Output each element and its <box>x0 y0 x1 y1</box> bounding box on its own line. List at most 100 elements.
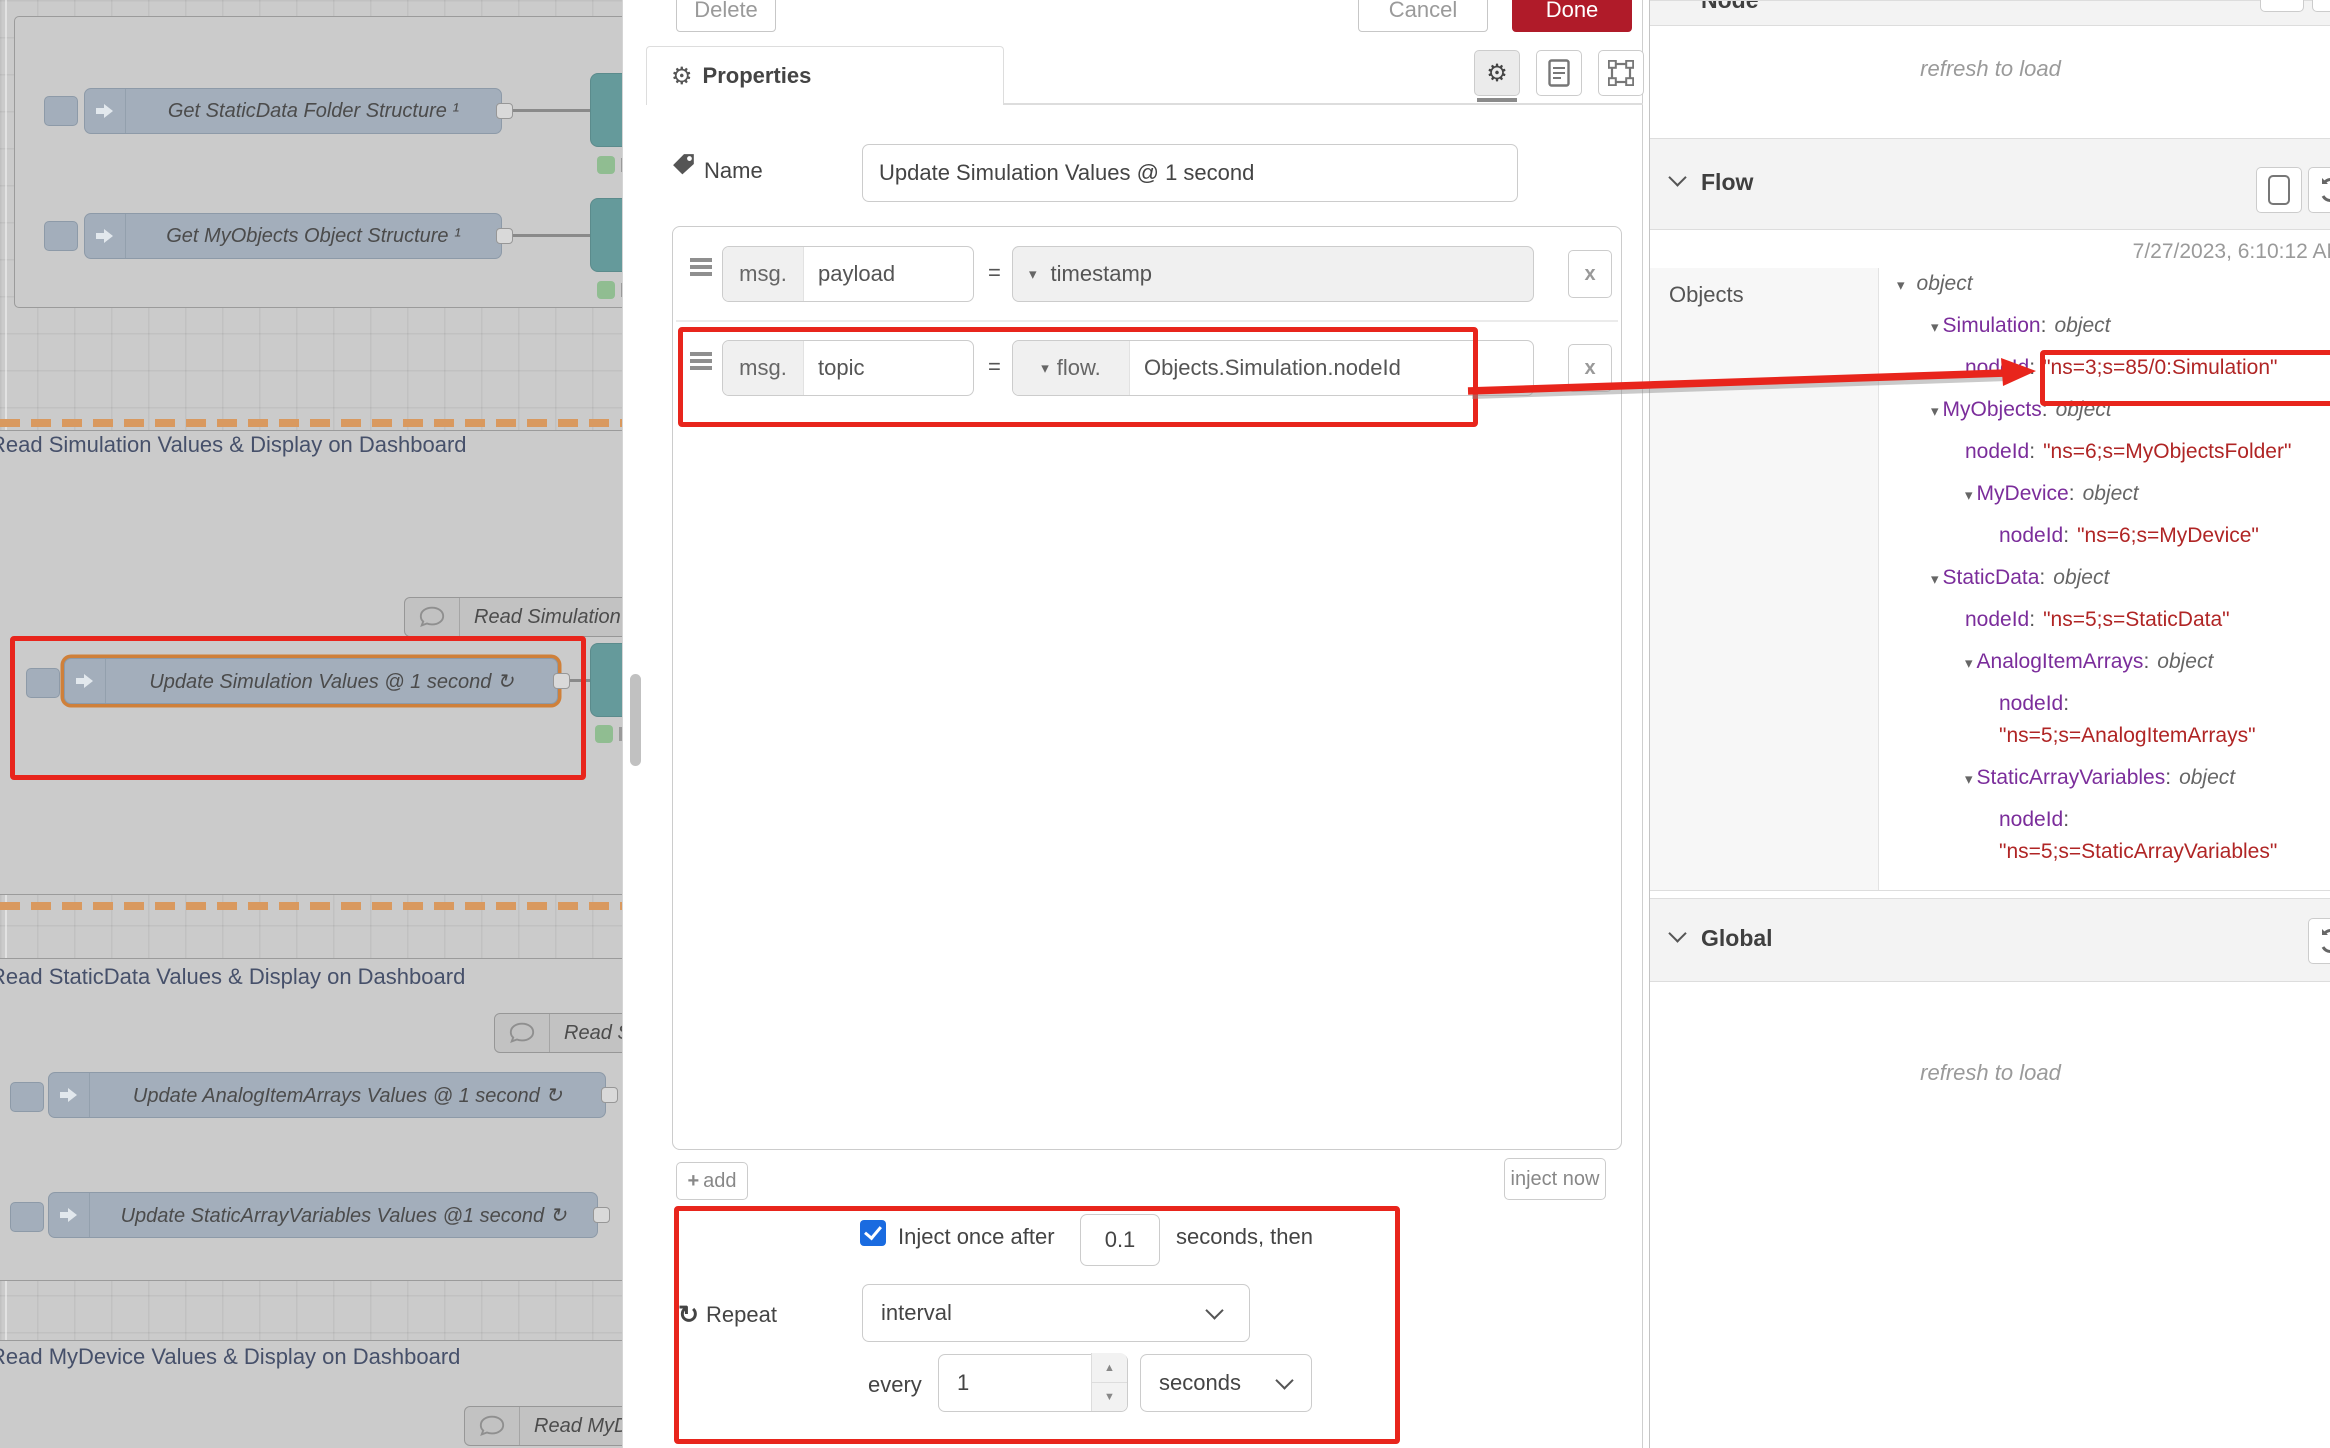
context-tree-row[interactable]: nodeId: <box>1999 808 2069 832</box>
node-section-header[interactable]: Node <box>1650 0 2330 26</box>
tree-type: object <box>2053 566 2109 589</box>
tree-key: nodeId <box>1965 440 2029 463</box>
typed-input-timestamp[interactable]: ▾ timestamp <box>1012 246 1534 302</box>
node-frame-icon <box>1608 60 1634 86</box>
tree-bottom-border <box>1650 890 2330 891</box>
tree-colon: : <box>2063 808 2069 831</box>
gear-icon: ⚙ <box>1486 59 1508 88</box>
tree-collapse-icon[interactable]: ▾ <box>1965 487 1973 504</box>
typed-input-value: timestamp <box>1037 261 1166 287</box>
node-status-dot <box>595 725 613 743</box>
chevron-down-icon: ▾ <box>1029 265 1037 283</box>
tree-key: AnalogItemArrays <box>1977 650 2144 673</box>
section-divider-dashed <box>0 419 646 427</box>
refresh-node-button[interactable] <box>2312 0 2330 12</box>
remove-rule-button[interactable]: x <box>1568 250 1612 298</box>
section-title: Read Simulation Values & Display on Dash… <box>0 432 467 458</box>
global-context-empty: refresh to load <box>1650 1060 2330 1086</box>
inject-now-button[interactable]: inject now <box>1504 1158 1606 1200</box>
inject-node[interactable]: Get StaticData Folder Structure ¹ <box>84 88 502 134</box>
add-rule-button[interactable]: +add <box>676 1162 748 1200</box>
context-tree-row[interactable]: ▾AnalogItemArrays:object <box>1965 650 2213 674</box>
msg-prop-value: payload <box>804 261 909 287</box>
msg-prop-field[interactable]: msg. payload <box>722 246 974 302</box>
tree-key: nodeId <box>1965 608 2029 631</box>
appearance-view-button[interactable] <box>1598 50 1644 96</box>
remove-rule-button[interactable]: x <box>1568 344 1612 392</box>
done-button[interactable]: Done <box>1512 0 1632 32</box>
tree-colon: : <box>2029 608 2035 631</box>
inject-node[interactable]: Update AnalogItemArrays Values @ 1 secon… <box>48 1072 606 1118</box>
context-tree-row[interactable]: ▾StaticArrayVariables:object <box>1965 766 2235 790</box>
drag-handle-icon[interactable] <box>690 258 712 262</box>
tree-collapse-icon[interactable]: ▾ <box>1965 771 1973 788</box>
context-tree-row-wrap: "ns=5;s=StaticArrayVariables" <box>1999 840 2277 864</box>
context-tree-row[interactable]: ▾object <box>1897 272 1973 296</box>
refresh-flow-button[interactable] <box>2308 167 2330 213</box>
tree-type: object <box>2179 766 2235 789</box>
inject-button[interactable] <box>10 1202 44 1232</box>
tree-collapse-icon[interactable]: ▾ <box>1931 571 1939 588</box>
refresh-global-button[interactable] <box>2308 918 2330 964</box>
tree-collapse-icon[interactable]: ▾ <box>1897 277 1905 294</box>
annotation-box-nodeid-value <box>2040 350 2330 406</box>
gear-icon: ⚙ <box>671 62 693 91</box>
node-label: Get StaticData Folder Structure ¹ <box>126 100 501 123</box>
flow-section-header[interactable]: Flow <box>1650 138 2330 230</box>
properties-view-button[interactable]: ⚙ <box>1474 50 1520 96</box>
tab-properties[interactable]: ⚙ Properties <box>646 46 1004 105</box>
tree-collapse-icon[interactable]: ▾ <box>1931 403 1939 420</box>
context-tree-row[interactable]: nodeId:"ns=6;s=MyDevice" <box>1999 524 2259 548</box>
square-icon <box>2268 175 2290 205</box>
inject-arrow-icon <box>85 89 126 133</box>
scrollbar-thumb[interactable] <box>630 674 641 766</box>
inject-button[interactable] <box>10 1082 44 1112</box>
plus-icon: + <box>687 1170 699 1193</box>
tree-collapse-icon[interactable]: ▾ <box>1931 319 1939 336</box>
tree-type: object <box>2083 482 2139 505</box>
output-port[interactable] <box>496 103 513 119</box>
node-group[interactable] <box>14 16 642 308</box>
comment-node[interactable]: Read MyD <box>464 1406 634 1446</box>
expand-flow-button[interactable] <box>2256 167 2302 213</box>
context-tree-row[interactable]: nodeId: "ns=5;s=StaticData" <box>1965 608 2230 632</box>
inject-button[interactable] <box>44 96 78 126</box>
description-view-button[interactable] <box>1536 50 1582 96</box>
global-section-header[interactable]: Global <box>1650 898 2330 982</box>
tab-label: Properties <box>703 63 812 89</box>
tree-colon: : <box>2063 692 2069 715</box>
copy-path-button[interactable] <box>2260 0 2304 12</box>
section-title: Read MyDevice Values & Display on Dashbo… <box>0 1344 460 1370</box>
tree-key: nodeId <box>1999 692 2063 715</box>
tree-key: StaticData <box>1943 566 2040 589</box>
flow-section-title: Flow <box>1701 169 1753 196</box>
tree-colon: : <box>2069 482 2075 505</box>
tag-icon <box>672 152 696 176</box>
inject-node[interactable]: Update StaticArrayVariables Values @1 se… <box>48 1192 598 1238</box>
node-section-title: Node <box>1701 0 1759 14</box>
tree-collapse-icon[interactable]: ▾ <box>1965 655 1973 672</box>
context-tree-row[interactable]: nodeId:"ns=6;s=MyObjectsFolder" <box>1965 440 2291 464</box>
tree-type: object <box>2157 650 2213 673</box>
comment-node[interactable]: Read Simulation <box>404 597 644 637</box>
tree-value: "ns=6;s=MyObjectsFolder" <box>2043 440 2291 463</box>
chevron-down-icon <box>1668 168 1686 186</box>
inject-button[interactable] <box>44 221 78 251</box>
output-port[interactable] <box>601 1087 618 1103</box>
output-port[interactable] <box>593 1207 610 1223</box>
context-tree-row[interactable]: ▾Simulation:object <box>1931 314 2110 338</box>
name-input[interactable] <box>862 144 1518 202</box>
wire <box>513 234 590 237</box>
context-tree-row[interactable]: nodeId: <box>1999 692 2069 716</box>
cancel-button[interactable]: Cancel <box>1358 0 1488 32</box>
section-title: Read StaticData Values & Display on Dash… <box>0 964 465 990</box>
tree-value: "ns=5;s=StaticData" <box>2043 608 2230 631</box>
context-tree-row[interactable]: ▾StaticData:object <box>1931 566 2109 590</box>
delete-button[interactable]: Delete <box>676 0 776 32</box>
context-tree-row[interactable]: ▾MyDevice:object <box>1965 482 2139 506</box>
inject-node[interactable]: Get MyObjects Object Structure ¹ <box>84 213 502 259</box>
msg-prefix: msg. <box>723 247 804 301</box>
context-key-column: Objects <box>1650 268 1879 890</box>
inject-arrow-icon <box>49 1073 90 1117</box>
output-port[interactable] <box>496 228 513 244</box>
